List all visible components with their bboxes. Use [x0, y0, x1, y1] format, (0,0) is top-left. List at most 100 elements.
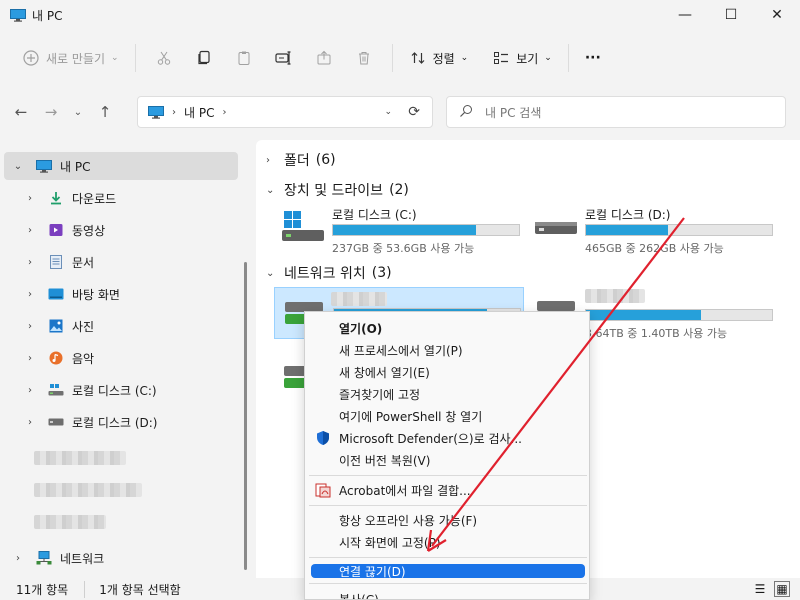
nav-item-label: 네트워크	[60, 551, 105, 566]
nav-item-pictures[interactable]: › 사진	[4, 312, 238, 340]
drive-name: 로컬 디스크 (C:)	[332, 208, 417, 222]
scrollbar[interactable]	[244, 262, 247, 570]
menu-item-pin-to-start[interactable]: 시작 화면에 고정(P)	[311, 531, 585, 553]
nav-item-local-disk-d[interactable]: › 로컬 디스크 (D:)	[4, 408, 238, 436]
menu-item-open-new-process[interactable]: 새 프로세스에서 열기(P)	[311, 339, 585, 361]
desktop-icon	[48, 287, 64, 301]
chevron-right-icon[interactable]: ›	[20, 385, 40, 396]
search-input[interactable]: 내 PC 검색	[485, 104, 541, 121]
address-row: ← → ⌄ ↑ › 내 PC › ⌄ ⟳ 내 PC 검색	[0, 86, 800, 138]
cut-button[interactable]	[144, 42, 184, 74]
nav-item-this-pc[interactable]: ⌄ 내 PC	[4, 152, 238, 180]
usage-bar	[332, 224, 520, 236]
breadcrumb-chevron-icon[interactable]: ›	[222, 107, 226, 118]
menu-item-acrobat-combine[interactable]: Acrobat에서 파일 결합...	[311, 479, 585, 501]
menu-item-open-powershell[interactable]: 여기에 PowerShell 창 열기	[311, 405, 585, 427]
chevron-down-icon[interactable]: ⌄	[266, 185, 280, 196]
sort-button[interactable]: 정렬 ⌄	[401, 42, 477, 74]
delete-button[interactable]	[344, 42, 384, 74]
download-icon	[48, 191, 64, 205]
nav-item-desktop[interactable]: › 바탕 화면	[4, 280, 238, 308]
redacted-nav-item[interactable]	[34, 451, 126, 465]
back-button[interactable]: ←	[6, 97, 36, 127]
up-button[interactable]: ↑	[90, 97, 120, 127]
redacted-nav-item[interactable]	[34, 515, 106, 529]
tiles-view-icon[interactable]: ▦	[774, 581, 790, 597]
chevron-right-icon[interactable]: ›	[20, 225, 40, 236]
search-box[interactable]: 내 PC 검색	[446, 96, 786, 128]
minimize-button[interactable]: —	[662, 0, 708, 30]
chevron-down-icon[interactable]: ⌄	[8, 161, 28, 172]
group-header-folders[interactable]: › 폴더 (6)	[266, 150, 336, 170]
menu-item-always-offline[interactable]: 항상 오프라인 사용 가능(F)	[311, 509, 585, 531]
address-bar[interactable]: › 내 PC › ⌄ ⟳	[137, 96, 433, 128]
refresh-icon[interactable]: ⟳	[408, 104, 420, 120]
menu-item-open-new-window[interactable]: 새 창에서 열기(E)	[311, 361, 585, 383]
forward-button[interactable]: →	[36, 97, 66, 127]
breadcrumb-chevron-icon[interactable]: ›	[172, 107, 176, 118]
redacted-nav-item[interactable]	[34, 483, 142, 497]
new-button-label: 새로 만들기	[46, 51, 106, 66]
nav-item-downloads[interactable]: › 다운로드	[4, 184, 238, 212]
rename-button[interactable]	[264, 42, 304, 74]
redacted-drive-name	[331, 292, 387, 306]
chevron-right-icon[interactable]: ›	[266, 155, 280, 166]
trash-icon	[355, 49, 373, 67]
chevron-right-icon[interactable]: ›	[20, 193, 40, 204]
windows-drive-icon	[48, 383, 64, 397]
maximize-button[interactable]: ☐	[708, 0, 754, 30]
chevron-down-icon[interactable]: ⌄	[384, 107, 392, 117]
drive-name: 로컬 디스크 (D:)	[585, 208, 671, 222]
menu-item-defender-scan[interactable]: Microsoft Defender(으)로 검사...	[311, 427, 585, 449]
details-view-icon[interactable]: ☰	[752, 581, 768, 597]
chevron-right-icon[interactable]: ›	[8, 553, 28, 564]
menu-item-open[interactable]: 열기(O)	[311, 317, 585, 339]
group-label: 장치 및 드라이브	[284, 183, 384, 199]
windows-drive-icon	[282, 211, 324, 241]
menu-item-restore-previous[interactable]: 이전 버전 복원(V)	[311, 449, 585, 471]
drive-d[interactable]: 로컬 디스크 (D:) 465GB 중 262GB 사용 가능	[527, 202, 773, 255]
usage-bar-fill	[586, 310, 702, 320]
nav-item-label: 동영상	[72, 223, 106, 238]
title-bar: 내 PC — ☐ ✕	[0, 0, 800, 30]
menu-item-disconnect[interactable]: 연결 끊기(D)	[311, 564, 585, 579]
menu-item-label: Microsoft Defender(으)로 검사...	[339, 431, 522, 446]
command-bar: 새로 만들기 ⌄ 정렬 ⌄ 보기 ⌄ ···	[0, 30, 800, 86]
nav-item-label: 다운로드	[72, 191, 117, 206]
group-header-devices[interactable]: ⌄ 장치 및 드라이브 (2)	[266, 180, 409, 200]
arrow-left-icon: ←	[14, 103, 28, 121]
view-button[interactable]: 보기 ⌄	[484, 42, 560, 74]
usage-bar-fill	[586, 225, 668, 235]
recent-locations-button[interactable]: ⌄	[66, 97, 90, 127]
drive-c[interactable]: 로컬 디스크 (C:) 237GB 중 53.6GB 사용 가능	[274, 202, 520, 255]
group-count: (6)	[315, 152, 336, 168]
chevron-right-icon[interactable]: ›	[20, 321, 40, 332]
shield-icon	[317, 431, 329, 445]
nav-item-local-disk-c[interactable]: › 로컬 디스크 (C:)	[4, 376, 238, 404]
nav-item-documents[interactable]: › 문서	[4, 248, 238, 276]
nav-item-music[interactable]: › 음악	[4, 344, 238, 372]
menu-item-label: 새 프로세스에서 열기(P)	[339, 343, 463, 358]
close-button[interactable]: ✕	[754, 0, 800, 30]
menu-separator	[309, 583, 587, 584]
pictures-icon	[48, 319, 64, 333]
nav-item-network[interactable]: › 네트워크	[4, 544, 238, 572]
menu-item-pin-quick-access[interactable]: 즐겨찾기에 고정	[311, 383, 585, 405]
video-icon	[48, 223, 64, 237]
arrow-up-icon: ↑	[98, 103, 112, 121]
breadcrumb-item[interactable]: 내 PC	[184, 104, 214, 121]
chevron-right-icon[interactable]: ›	[20, 353, 40, 364]
group-header-network-locations[interactable]: ⌄ 네트워크 위치 (3)	[266, 263, 392, 283]
chevron-down-icon[interactable]: ⌄	[266, 268, 280, 279]
chevron-right-icon[interactable]: ›	[20, 289, 40, 300]
menu-item-copy[interactable]: 복사(C)	[311, 588, 585, 600]
share-button[interactable]	[304, 42, 344, 74]
more-options-button[interactable]: ···	[577, 42, 609, 74]
paste-button[interactable]	[224, 42, 264, 74]
chevron-right-icon[interactable]: ›	[20, 417, 40, 428]
nav-item-videos[interactable]: › 동영상	[4, 216, 238, 244]
document-icon	[48, 255, 64, 269]
copy-button[interactable]	[184, 42, 224, 74]
chevron-right-icon[interactable]: ›	[20, 257, 40, 268]
new-button[interactable]: 새로 만들기 ⌄	[14, 42, 127, 74]
